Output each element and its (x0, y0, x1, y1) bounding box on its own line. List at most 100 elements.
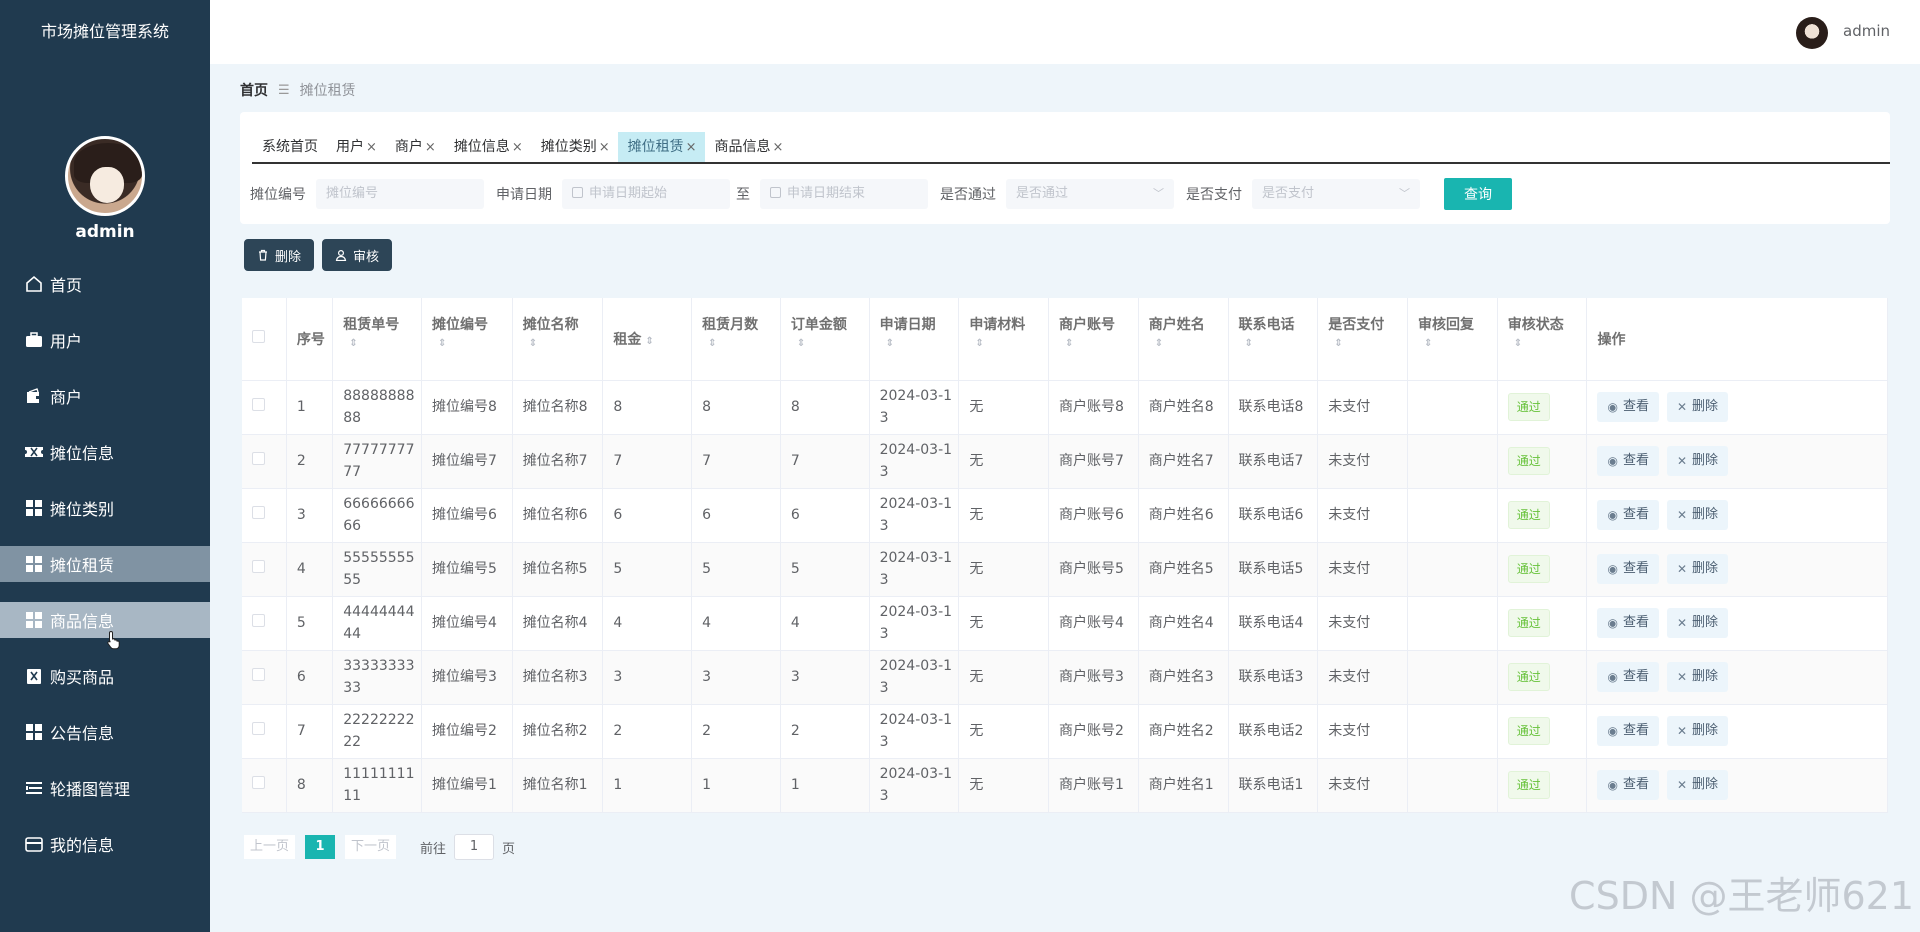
close-icon[interactable]: × (686, 140, 697, 155)
sidebar-item-7[interactable]: 购买商品 (0, 658, 210, 694)
table-row[interactable]: 8 1111111111 摊位编号1 摊位名称1 1 1 1 2024-03-13 无 商户账号1… (242, 758, 1888, 813)
tab-2[interactable]: 商户 × (385, 132, 444, 162)
approved-select[interactable]: 是否通过 ﹀ (1006, 179, 1174, 209)
row-checkbox[interactable] (252, 776, 265, 789)
sort-icon[interactable]: ⇕ (432, 339, 512, 349)
delete-button[interactable]: ✕ 删除 (1666, 446, 1729, 476)
breadcrumb-home[interactable]: 首页 (240, 80, 268, 100)
query-button[interactable]: 查询 (1444, 178, 1512, 210)
prev-page-button[interactable]: 上一页 (244, 835, 296, 859)
delete-button[interactable]: ✕ 删除 (1666, 554, 1729, 584)
row-checkbox[interactable] (252, 560, 265, 573)
column-header-13[interactable]: 审核回复 ⇕ (1407, 298, 1498, 381)
audit-button[interactable]: 审核 (322, 239, 393, 271)
column-header-12[interactable]: 是否支付 ⇕ (1317, 298, 1408, 381)
sort-icon[interactable]: ⇕ (702, 339, 780, 349)
column-header-8[interactable]: 申请材料 ⇕ (958, 298, 1050, 381)
topbar-user-name[interactable]: admin (1843, 22, 1890, 40)
sidebar-item-1[interactable]: 用户 (0, 322, 210, 358)
topbar-avatar[interactable] (1796, 17, 1828, 49)
sidebar-item-0[interactable]: 首页 (0, 266, 210, 302)
delete-button[interactable]: ✕ 删除 (1666, 500, 1729, 530)
sidebar-item-9[interactable]: 轮播图管理 (0, 770, 210, 806)
sidebar-item-4[interactable]: 摊位类别 (0, 490, 210, 526)
sort-icon[interactable]: ⇕ (1149, 339, 1228, 349)
table-row[interactable]: 2 7777777777 摊位编号7 摊位名称7 7 7 7 2024-03-13 无 商户账号7… (242, 434, 1888, 489)
tab-4[interactable]: 摊位类别 × (531, 132, 618, 162)
sort-icon[interactable]: ⇕ (1418, 339, 1497, 349)
tab-1[interactable]: 用户 × (326, 132, 385, 162)
sort-icon[interactable]: ⇕ (880, 339, 959, 349)
view-button[interactable]: ◉ 查看 (1597, 554, 1659, 584)
tab-3[interactable]: 摊位信息 × (444, 132, 531, 162)
delete-button[interactable]: ✕ 删除 (1666, 716, 1729, 746)
column-header-10[interactable]: 商户姓名 ⇕ (1138, 298, 1229, 381)
table-row[interactable]: 3 6666666666 摊位编号6 摊位名称6 6 6 6 2024-03-13 无 商户账号6… (242, 488, 1888, 543)
sort-icon[interactable]: ⇕ (523, 339, 603, 349)
column-header-5[interactable]: 租赁月数 ⇕ (691, 298, 781, 381)
sort-icon[interactable]: ⇕ (343, 339, 421, 349)
sidebar-item-8[interactable]: 公告信息 (0, 714, 210, 750)
sort-icon[interactable]: ⇕ (1239, 339, 1318, 349)
row-checkbox[interactable] (252, 614, 265, 627)
paid-select[interactable]: 是否支付 ﹀ (1252, 179, 1420, 209)
view-button[interactable]: ◉ 查看 (1597, 770, 1659, 800)
view-button[interactable]: ◉ 查看 (1597, 500, 1659, 530)
sort-icon[interactable]: ⇕ (791, 339, 869, 349)
tab-5[interactable]: 摊位租赁 × (617, 132, 705, 162)
row-checkbox[interactable] (252, 452, 265, 465)
date-end-input[interactable]: 申请日期结束 (760, 179, 928, 209)
batch-delete-button[interactable]: 删除 (244, 239, 315, 271)
next-page-button[interactable]: 下一页 (345, 835, 397, 859)
date-start-input[interactable]: 申请日期起始 (562, 179, 730, 209)
table-row[interactable]: 5 4444444444 摊位编号4 摊位名称4 4 4 4 2024-03-13 无 商户账号4… (242, 596, 1888, 651)
row-checkbox[interactable] (252, 668, 265, 681)
sort-icon[interactable]: ⇕ (1328, 339, 1407, 349)
sort-icon[interactable]: ⇕ (1508, 339, 1587, 349)
close-icon[interactable]: × (773, 140, 784, 155)
row-checkbox[interactable] (252, 506, 265, 519)
view-button[interactable]: ◉ 查看 (1597, 392, 1659, 422)
delete-button[interactable]: ✕ 删除 (1666, 392, 1729, 422)
column-header-1[interactable]: 租赁单号 ⇕ (332, 298, 422, 381)
column-header-9[interactable]: 商户账号 ⇕ (1048, 298, 1139, 381)
close-icon[interactable]: × (599, 140, 610, 155)
column-header-14[interactable]: 审核状态 ⇕ (1497, 298, 1588, 381)
delete-button[interactable]: ✕ 删除 (1666, 770, 1729, 800)
view-button[interactable]: ◉ 查看 (1597, 662, 1659, 692)
table-row[interactable]: 1 8888888888 摊位编号8 摊位名称8 8 8 8 2024-03-13 无 商户账号8… (242, 380, 1888, 435)
page-number-current[interactable]: 1 (305, 835, 336, 859)
view-button[interactable]: ◉ 查看 (1597, 446, 1659, 476)
column-header-3[interactable]: 摊位名称 ⇕ (512, 298, 604, 381)
delete-button[interactable]: ✕ 删除 (1666, 608, 1729, 638)
goto-page-input[interactable]: 1 (454, 834, 495, 860)
stall-no-input[interactable]: 摊位编号 (316, 179, 484, 209)
view-button[interactable]: ◉ 查看 (1597, 608, 1659, 638)
column-header-2[interactable]: 摊位编号 ⇕ (421, 298, 513, 381)
sidebar-item-10[interactable]: 我的信息 (0, 826, 210, 862)
sidebar-item-3[interactable]: 摊位信息 (0, 434, 210, 470)
select-all-checkbox[interactable] (252, 330, 265, 344)
tab-6[interactable]: 商品信息 × (705, 132, 792, 162)
delete-button[interactable]: ✕ 删除 (1666, 662, 1729, 692)
table-row[interactable]: 7 2222222222 摊位编号2 摊位名称2 2 2 2 2024-03-13 无 商户账号2… (242, 704, 1888, 759)
sidebar-item-2[interactable]: 商户 (0, 378, 210, 414)
row-checkbox[interactable] (252, 398, 265, 411)
close-icon[interactable]: × (512, 140, 523, 155)
column-header-6[interactable]: 订单金额 ⇕ (780, 298, 870, 381)
sort-icon[interactable]: ⇕ (969, 339, 1048, 349)
close-icon[interactable]: × (366, 140, 377, 155)
column-header-11[interactable]: 联系电话 ⇕ (1228, 298, 1319, 381)
column-header-7[interactable]: 申请日期 ⇕ (869, 298, 960, 381)
column-header-4[interactable]: 租金 ⇕ (602, 298, 693, 381)
tab-0[interactable]: 系统首页 (252, 132, 326, 162)
table-row[interactable]: 4 5555555555 摊位编号5 摊位名称5 5 5 5 2024-03-13 无 商户账号5… (242, 542, 1888, 597)
sort-icon[interactable]: ⇕ (1059, 339, 1138, 349)
close-icon[interactable]: × (425, 140, 436, 155)
table-row[interactable]: 6 3333333333 摊位编号3 摊位名称3 3 3 3 2024-03-13 无 商户账号3… (242, 650, 1888, 705)
sort-icon[interactable]: ⇕ (645, 336, 653, 347)
sidebar-item-5[interactable]: 摊位租赁 (0, 546, 210, 582)
avatar[interactable] (65, 136, 145, 216)
sidebar-item-6[interactable]: 商品信息 (0, 602, 210, 638)
view-button[interactable]: ◉ 查看 (1597, 716, 1659, 746)
